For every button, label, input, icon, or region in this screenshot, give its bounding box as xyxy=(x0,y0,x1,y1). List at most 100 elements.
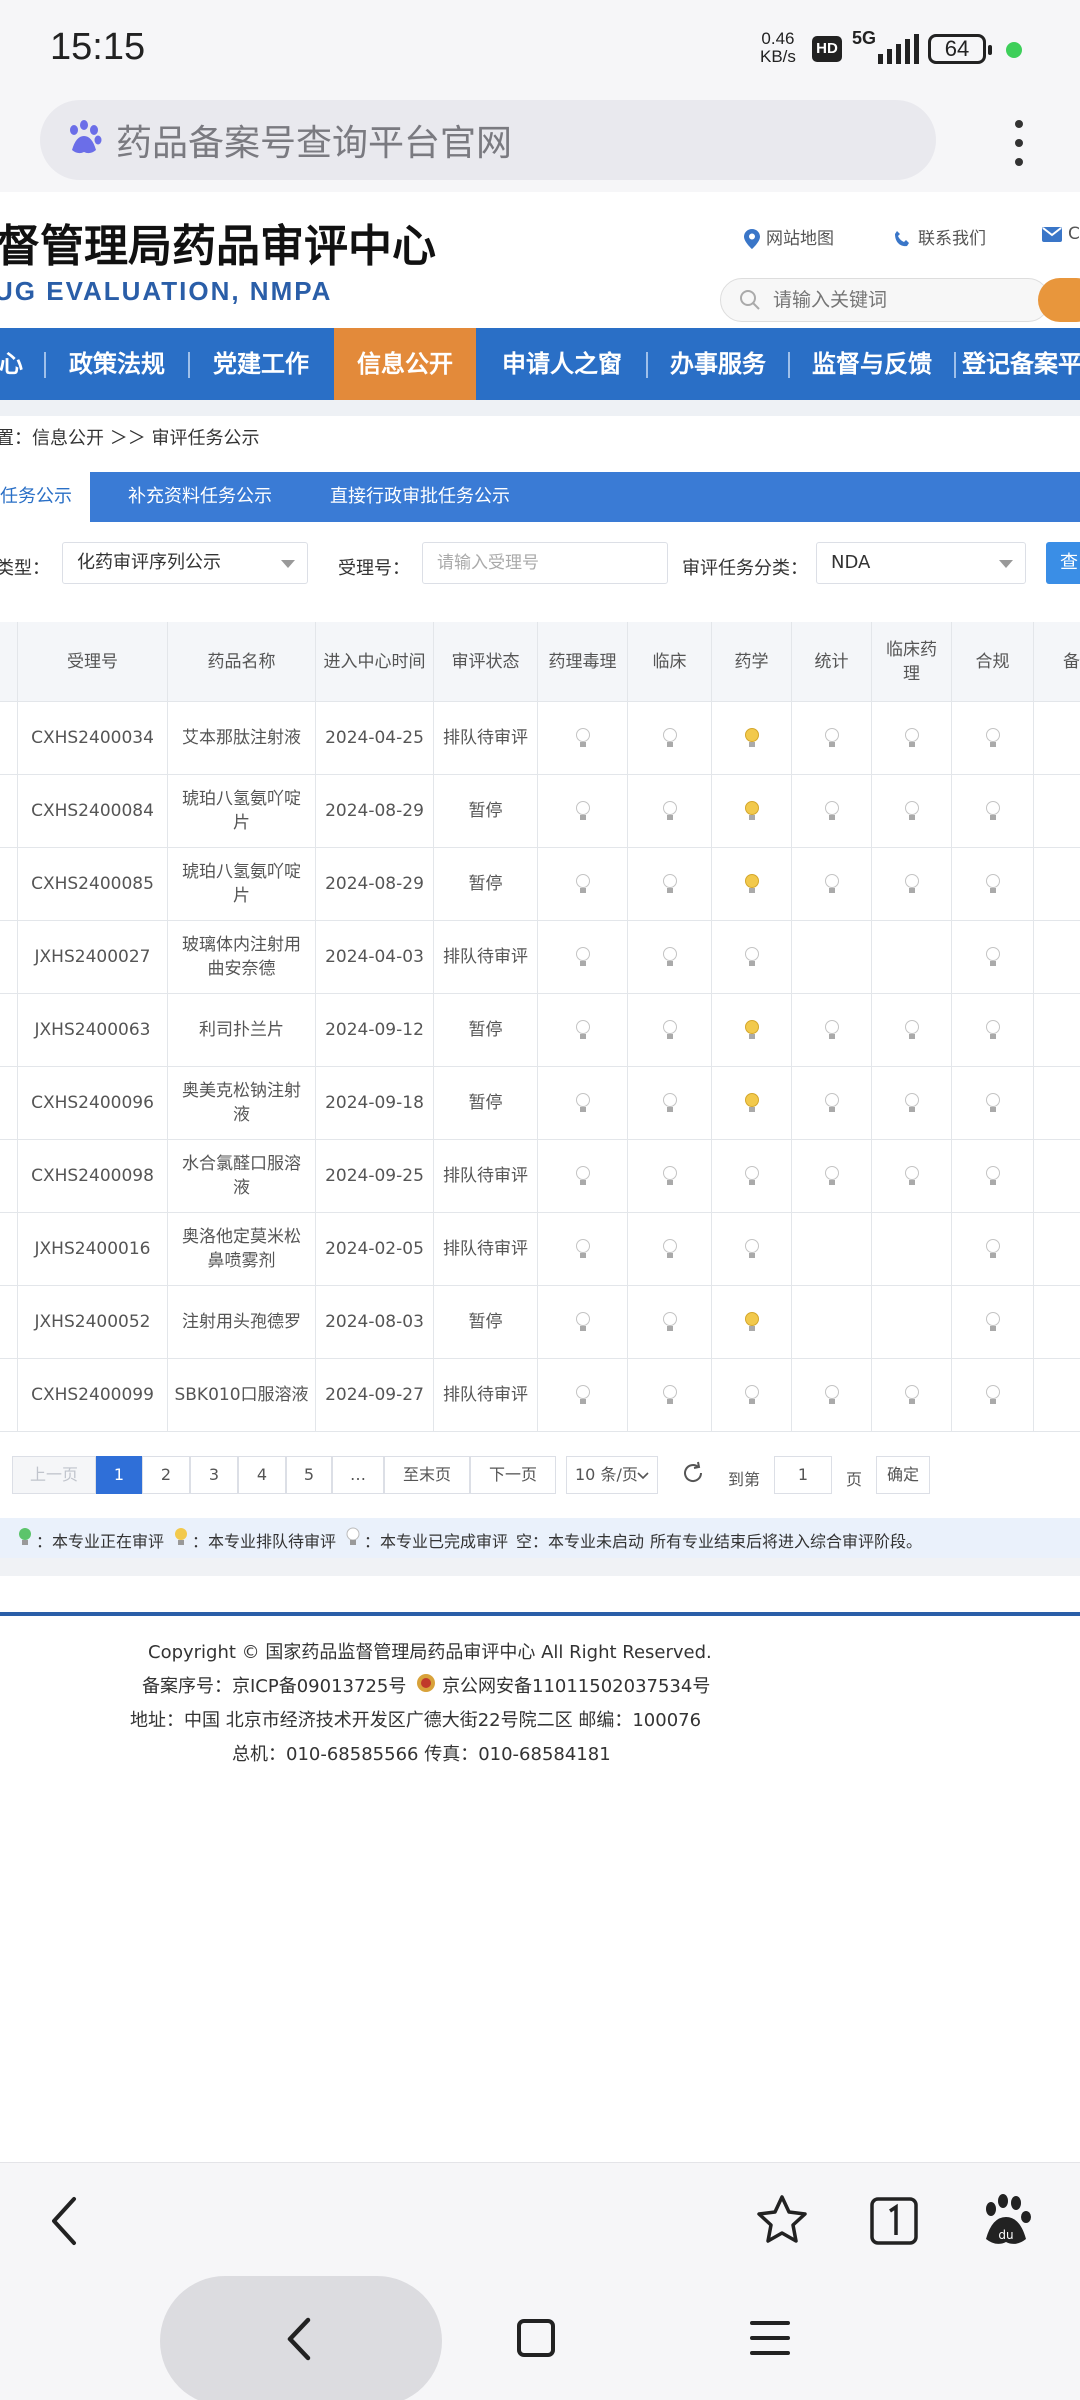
page-button[interactable]: 2 xyxy=(142,1456,190,1494)
bulb-white-icon xyxy=(904,874,919,893)
bulb-white-icon xyxy=(744,947,759,966)
bulb-yellow-icon xyxy=(175,1528,187,1545)
bulb-yellow-icon xyxy=(744,1312,759,1331)
contact-link[interactable]: 联系我们 xyxy=(894,224,986,249)
table-row-edge xyxy=(0,921,18,994)
last-page-button[interactable]: 至末页 xyxy=(384,1456,470,1494)
category-select[interactable]: NDA xyxy=(816,542,1026,584)
bulb-white-icon xyxy=(904,1385,919,1404)
table-header-cell: 受理号 xyxy=(18,622,168,702)
nav-item-supervision[interactable]: 监督与反馈 xyxy=(790,328,954,400)
nav-item-service[interactable]: 办事服务 xyxy=(648,328,788,400)
more-menu-icon[interactable] xyxy=(1012,114,1026,174)
system-menu-icon[interactable] xyxy=(750,2318,790,2358)
table-cell-name: SBK010口服溶液 xyxy=(168,1359,316,1432)
bulb-white-icon xyxy=(824,1385,839,1404)
table-cell-progress xyxy=(792,702,872,775)
table-cell-remark xyxy=(1034,1213,1080,1286)
table-cell-date: 2024-09-25 xyxy=(316,1140,434,1213)
star-icon[interactable] xyxy=(752,2191,812,2251)
table-cell-no: JXHS2400027 xyxy=(18,921,168,994)
accept-no-label: 受理号： xyxy=(338,558,410,579)
bulb-white-icon xyxy=(824,874,839,893)
type-select[interactable]: 化药审评序列公示 xyxy=(62,542,308,584)
web-page: 督管理局药品审评中心 UG EVALUATION, NMPA 网站地图 联系我们… xyxy=(0,192,1080,2162)
page-ellipsis[interactable]: … xyxy=(332,1456,384,1494)
table-header-cell: 审评状态 xyxy=(434,622,538,702)
page-button[interactable]: 3 xyxy=(190,1456,238,1494)
nav-item-registration[interactable]: 登记备案平 xyxy=(962,328,1080,400)
table-cell-name: 玻璃体内注射用曲安奈德 xyxy=(168,921,316,994)
page-size-select[interactable]: 10 条/页 xyxy=(566,1456,658,1494)
table-cell-name: 艾本那肽注射液 xyxy=(168,702,316,775)
nav-item-applicant[interactable]: 申请人之窗 xyxy=(478,328,646,400)
table-cell-progress xyxy=(712,775,792,848)
page-button[interactable]: 5 xyxy=(286,1456,332,1494)
site-search-input[interactable] xyxy=(773,285,993,315)
table-header-cell: 临床药理 xyxy=(872,622,952,702)
goto-page-input[interactable]: 1 xyxy=(774,1456,832,1494)
table-cell-date: 2024-04-03 xyxy=(316,921,434,994)
bulb-white-icon xyxy=(575,874,590,893)
bulb-yellow-icon xyxy=(744,1093,759,1112)
confirm-button[interactable]: 确定 xyxy=(876,1456,930,1494)
bulb-white-icon xyxy=(904,1093,919,1112)
hd-icon: HD xyxy=(812,36,842,62)
sitemap-link[interactable]: 网站地图 xyxy=(744,224,834,249)
system-back-icon[interactable] xyxy=(280,2316,320,2362)
goto-label: 到第 xyxy=(728,1470,761,1489)
table-cell-name: 利司扑兰片 xyxy=(168,994,316,1067)
table-cell-date: 2024-08-03 xyxy=(316,1286,434,1359)
accept-no-input[interactable] xyxy=(422,542,668,584)
table-cell-progress xyxy=(712,921,792,994)
page-button[interactable]: 4 xyxy=(238,1456,286,1494)
nav-item-party[interactable]: 党建工作 xyxy=(190,328,332,400)
footer-police[interactable]: 京公网安备11011502037534号 xyxy=(442,1672,710,1698)
footer-divider xyxy=(0,1612,1080,1616)
bulb-white-icon xyxy=(824,1093,839,1112)
page-button[interactable]: 1 xyxy=(96,1456,142,1494)
table-cell-progress xyxy=(792,1286,872,1359)
nav-item-info-public[interactable]: 信息公开 xyxy=(334,328,476,400)
baidu-paw-icon[interactable]: du xyxy=(976,2191,1036,2251)
system-home-icon[interactable] xyxy=(516,2318,556,2358)
email-link[interactable]: C xyxy=(1042,224,1080,244)
prev-page-button[interactable]: 上一页 xyxy=(12,1456,96,1494)
table-cell-progress xyxy=(628,1067,712,1140)
tabs-icon[interactable] xyxy=(864,2191,924,2251)
table-cell-progress xyxy=(872,848,952,921)
nav-item-partial[interactable]: 心 xyxy=(0,328,26,400)
bulb-yellow-icon xyxy=(744,874,759,893)
tab-direct-approval-tasks[interactable]: 直接行政审批任务公示 xyxy=(330,472,510,522)
system-nav-bar xyxy=(0,2276,1080,2400)
status-legend: ：本专业正在审评 ：本专业排队待审评 ：本专业已完成审评 空：本专业未启动 所有… xyxy=(0,1518,1080,1558)
table-row-edge xyxy=(0,1213,18,1286)
status-net-speed: 0.46 KB/s xyxy=(760,29,796,66)
browser-toolbar: du xyxy=(0,2162,1080,2280)
table-cell-progress xyxy=(538,1067,628,1140)
table-cell-progress xyxy=(628,848,712,921)
site-search-button[interactable] xyxy=(1038,278,1080,322)
table-cell-progress xyxy=(538,775,628,848)
next-page-button[interactable]: 下一页 xyxy=(470,1456,556,1494)
footer-address: 地址：中国 北京市经济技术开发区广德大街22号院二区 邮编：100076 xyxy=(130,1710,702,1731)
location-pin-icon xyxy=(744,229,760,249)
table-cell-progress xyxy=(792,775,872,848)
refresh-icon[interactable] xyxy=(680,1460,706,1486)
bulb-yellow-icon xyxy=(744,801,759,820)
bulb-white-icon xyxy=(824,1020,839,1039)
back-icon[interactable] xyxy=(36,2191,96,2251)
bulb-white-icon xyxy=(575,1166,590,1185)
table-cell-no: CXHS2400096 xyxy=(18,1067,168,1140)
table-row-edge xyxy=(0,775,18,848)
query-button[interactable]: 查 xyxy=(1046,542,1080,584)
tab-supplement-tasks[interactable]: 补充资料任务公示 xyxy=(128,472,272,522)
table-cell-progress xyxy=(628,1140,712,1213)
tab-review-tasks[interactable]: 任务公示 xyxy=(0,472,90,522)
table-cell-progress xyxy=(952,1140,1034,1213)
nav-item-policy[interactable]: 政策法规 xyxy=(46,328,188,400)
footer-icp[interactable]: 备案序号：京ICP备09013725号 xyxy=(142,1672,406,1698)
table-row-edge xyxy=(0,1067,18,1140)
chevron-down-icon xyxy=(637,1472,649,1480)
bulb-white-icon xyxy=(662,1166,677,1185)
